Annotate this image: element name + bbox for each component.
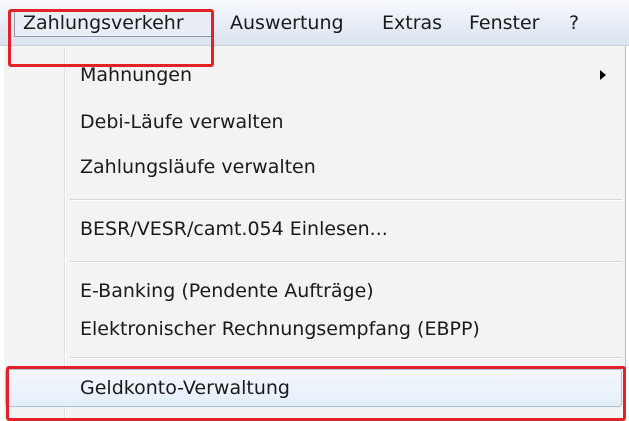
menu-separator [70, 261, 622, 263]
menu-separator [70, 357, 622, 359]
menu-item-besr-einlesen[interactable]: BESR/VESR/camt.054 Einlesen... [5, 211, 622, 247]
menu-item-mahnungen[interactable]: Mahnungen [5, 57, 622, 93]
menu-item-label: Mahnungen [80, 64, 192, 86]
menu-extras[interactable]: Extras [374, 9, 450, 37]
menu-separator [70, 199, 622, 201]
menu-item-label: Geldkonto-Verwaltung [80, 377, 290, 399]
menu-zahlungsverkehr[interactable]: Zahlungsverkehr [14, 9, 212, 37]
menu-item-label: E-Banking (Pendente Aufträge) [80, 280, 374, 302]
menu-item-debi-laeufe[interactable]: Debi-Läufe verwalten [5, 104, 622, 140]
menu-item-zahlungslaeufe[interactable]: Zahlungsläufe verwalten [5, 149, 622, 185]
menu-fenster[interactable]: Fenster [461, 9, 547, 37]
menu-item-label: BESR/VESR/camt.054 Einlesen... [80, 218, 388, 240]
submenu-arrow-icon [600, 70, 606, 80]
menu-item-label: Zahlungsläufe verwalten [80, 156, 316, 178]
menu-item-label: Elektronischer Rechnungsempfang (EBPP) [80, 318, 480, 340]
menu-help[interactable]: ? [561, 9, 587, 37]
menu-item-ebpp[interactable]: Elektronischer Rechnungsempfang (EBPP) [5, 311, 622, 347]
menu-item-geldkonto-verwaltung[interactable]: Geldkonto-Verwaltung [5, 369, 622, 407]
menu-item-e-banking[interactable]: E-Banking (Pendente Aufträge) [5, 273, 622, 309]
menu-auswertung[interactable]: Auswertung [222, 9, 352, 37]
menu-item-label: Debi-Läufe verwalten [80, 111, 284, 133]
menu-bar: Zahlungsverkehr Auswertung Extras Fenste… [0, 0, 629, 46]
